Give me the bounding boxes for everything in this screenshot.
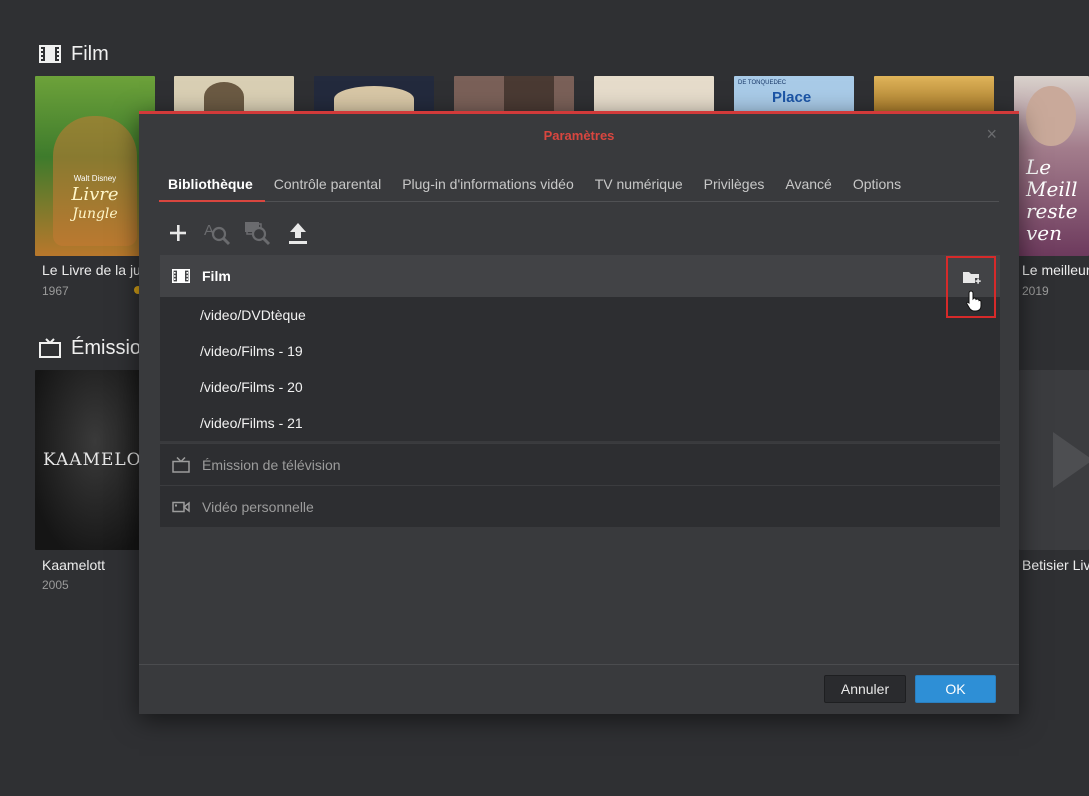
poster-betisier[interactable] [1019, 370, 1089, 550]
poster-4[interactable] [454, 76, 574, 112]
tab-bibliotheque[interactable]: Bibliothèque [159, 170, 265, 202]
poster-year: 2005 [42, 578, 69, 592]
library-row-video-personnelle[interactable]: Vidéo personnelle [160, 485, 1000, 527]
film-icon [172, 269, 190, 283]
section-film-title: Film [71, 42, 109, 65]
upload-icon [289, 223, 307, 244]
folder-path-row[interactable]: /video/Films - 19 [160, 333, 1000, 369]
text-search-icon: A [204, 222, 231, 246]
add-library-button[interactable] [164, 220, 192, 246]
image-search-icon [245, 222, 271, 246]
library-list: Film /video/DVDtèque /video/Films - 19 /… [160, 255, 1000, 527]
tv-icon [172, 456, 190, 473]
library-toolbar: A [164, 220, 312, 246]
tab-bar: Bibliothèque Contrôle parental Plug-in d… [159, 170, 999, 202]
section-tv-heading: Émission [38, 336, 152, 360]
film-paths: /video/DVDtèque /video/Films - 19 /video… [160, 297, 1000, 441]
poster-3[interactable] [314, 76, 434, 112]
library-row-emission-tv[interactable]: Émission de télévision [160, 443, 1000, 485]
tab-avance[interactable]: Avancé [776, 170, 843, 202]
camera-icon [172, 500, 190, 513]
tab-controle-parental[interactable]: Contrôle parental [265, 170, 393, 202]
poster-jungle-book[interactable]: Walt Disney Livre Jungle [35, 76, 155, 256]
poster-place[interactable]: DE TONQUEDEC Place [734, 76, 854, 112]
poster-year: 2019 [1022, 284, 1049, 298]
poster-jungle-line2: Jungle [72, 206, 118, 222]
dialog-footer: Annuler OK [139, 664, 1019, 714]
poster-jungle-brand: Walt Disney [73, 174, 117, 183]
poster-title: Kaamelott [42, 557, 106, 573]
hand-cursor-icon [966, 290, 982, 312]
folder-path-row[interactable]: /video/Films - 20 [160, 369, 1000, 405]
tv-icon [38, 336, 62, 360]
tab-plugin-infos-video[interactable]: Plug-in d'informations vidéo [393, 170, 586, 202]
poster-title: Le Livre de la ju [42, 262, 141, 278]
close-icon[interactable]: × [986, 125, 997, 143]
poster-place-small: DE TONQUEDEC [738, 80, 787, 86]
poster-2[interactable] [174, 76, 294, 112]
plus-icon [170, 225, 186, 241]
tab-tv-numerique[interactable]: TV numérique [586, 170, 695, 202]
library-header-film[interactable]: Film [160, 255, 1000, 318]
poster-5[interactable] [594, 76, 714, 112]
poster-kaamelott[interactable]: KAAMELOTT [35, 370, 155, 550]
poster-title: Le meilleur [1022, 262, 1089, 278]
cancel-button[interactable]: Annuler [824, 675, 906, 703]
tab-options[interactable]: Options [844, 170, 913, 202]
poster-meilleur-text: Le Meill reste ven [1026, 155, 1078, 245]
rescan-button[interactable]: A [204, 220, 232, 246]
library-name: Émission de télévision [202, 456, 341, 473]
poster-7[interactable] [874, 76, 994, 112]
folder-path-row[interactable]: /video/Films - 21 [160, 405, 1000, 441]
dialog-title: Paramètres [543, 128, 615, 143]
folder-plus-icon [963, 272, 981, 284]
folder-path-row[interactable]: /video/DVDtèque [160, 297, 1000, 333]
library-name: Film [202, 268, 231, 284]
poster-meilleur[interactable]: Le Meill reste ven [1014, 76, 1089, 256]
library-name: Vidéo personnelle [202, 498, 314, 515]
ok-button[interactable]: OK [915, 675, 996, 703]
add-folder-button[interactable] [946, 256, 996, 318]
settings-dialog: Paramètres × Bibliothèque Contrôle paren… [139, 111, 1019, 714]
scan-media-button[interactable] [244, 220, 272, 246]
play-icon [1053, 432, 1089, 488]
poster-place-title: Place [772, 89, 812, 106]
poster-year: 1967 [42, 284, 69, 298]
export-button[interactable] [284, 220, 312, 246]
section-film-heading: Film [38, 42, 109, 66]
tab-privileges[interactable]: Privilèges [695, 170, 777, 202]
film-icon [38, 42, 62, 66]
poster-title: Betisier Liv [1022, 557, 1089, 573]
poster-jungle-line1: Livre [71, 184, 119, 205]
